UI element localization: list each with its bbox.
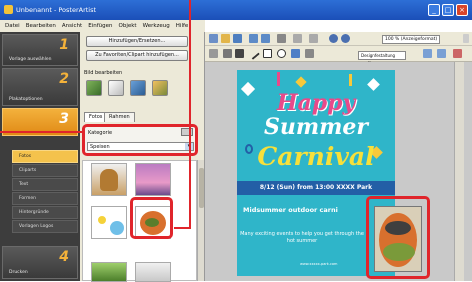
confetti-decoration bbox=[349, 74, 352, 86]
design-select[interactable]: Designfestaltung verfügen bbox=[358, 51, 406, 66]
window-titlebar: Unbenannt - PosterArtist _ □ × bbox=[0, 0, 472, 20]
poster-title-line3: Carnival bbox=[257, 142, 375, 171]
placed-image-highlight bbox=[366, 196, 430, 279]
add-replace-button[interactable]: Hinzufügen/Ersetzen... bbox=[86, 36, 188, 47]
ellipse-tool-icon[interactable] bbox=[277, 49, 286, 58]
step-label: Drucken bbox=[9, 270, 28, 275]
shape-tool-icon[interactable] bbox=[305, 49, 314, 58]
zoom-select[interactable]: 100 % (Anzeigeformat) bbox=[382, 35, 440, 44]
thumbnail[interactable] bbox=[91, 163, 127, 196]
subitem-cliparts[interactable]: Cliparts bbox=[12, 164, 78, 177]
lion-image bbox=[100, 169, 118, 191]
canvas-scrollbar[interactable] bbox=[454, 62, 464, 281]
app-icon bbox=[4, 5, 13, 14]
step-4[interactable]: 4 Drucken bbox=[2, 246, 78, 279]
thumbnail[interactable] bbox=[135, 262, 171, 282]
sky-image bbox=[110, 221, 124, 235]
drawing-toolbar bbox=[205, 46, 472, 62]
add-favorites-button[interactable]: Zu Favoriten/Clipart hinzufügen... bbox=[86, 50, 188, 61]
flower-image bbox=[95, 213, 109, 227]
subitem-photos[interactable]: Fotos bbox=[12, 150, 78, 163]
category-value: Speisen bbox=[90, 144, 110, 150]
thumbnail[interactable] bbox=[135, 163, 171, 196]
thumbnail[interactable] bbox=[91, 262, 127, 282]
line-tool-icon[interactable] bbox=[247, 47, 260, 60]
menu-insert[interactable]: Einfügen bbox=[85, 23, 115, 29]
category-group: Kategorie Speisen ▾ bbox=[82, 124, 198, 156]
grid-icon[interactable] bbox=[437, 49, 446, 58]
edit-image-label: Bild bearbeiten bbox=[84, 70, 123, 76]
maximize-button[interactable]: □ bbox=[442, 4, 454, 16]
poster-title-line1: Happy bbox=[276, 90, 356, 116]
category-settings-button[interactable] bbox=[181, 128, 193, 136]
zoom-out-icon[interactable] bbox=[341, 34, 350, 43]
zoom-in-icon[interactable] bbox=[329, 34, 338, 43]
text-tool-icon[interactable] bbox=[235, 49, 244, 58]
poster-title-line2: Summer bbox=[263, 114, 369, 140]
crop-icon[interactable] bbox=[86, 80, 102, 96]
step-number: 3 bbox=[59, 111, 69, 127]
step-number: 2 bbox=[59, 71, 69, 87]
subitem-shapes[interactable]: Formen bbox=[12, 192, 78, 205]
poster-date-ribbon: 8/12 (Sun) from 13:00 XXXX Park bbox=[237, 181, 395, 195]
step-number: 1 bbox=[59, 37, 69, 53]
rotate-icon[interactable] bbox=[223, 49, 232, 58]
step-number: 4 bbox=[59, 249, 69, 265]
window-title: Unbenannt - PosterArtist bbox=[16, 6, 97, 14]
selected-thumbnail-highlight bbox=[130, 197, 173, 239]
minimize-button[interactable]: _ bbox=[428, 4, 440, 16]
effects-icon[interactable] bbox=[152, 80, 168, 96]
close-button[interactable]: × bbox=[456, 4, 468, 16]
new-icon[interactable] bbox=[209, 34, 218, 43]
poster-url: www.xxxxx-park.com bbox=[300, 262, 338, 266]
step-label: Vorlage auswählen bbox=[9, 57, 52, 62]
star-decoration bbox=[295, 76, 307, 88]
pointer-icon[interactable] bbox=[209, 49, 218, 58]
steps-sidebar: 1 Vorlage auswählen 2 Plakatoptionen 3 F… bbox=[0, 32, 80, 281]
menubar: Datei Bearbeiten Ansicht Einfügen Objekt… bbox=[0, 20, 205, 32]
subitem-text[interactable]: Text bbox=[12, 178, 78, 191]
menu-view[interactable]: Ansicht bbox=[59, 23, 85, 29]
layout-icon[interactable] bbox=[423, 49, 432, 58]
menu-tools[interactable]: Werkzeug bbox=[140, 23, 173, 29]
menu-object[interactable]: Objekt bbox=[116, 23, 140, 29]
save-icon[interactable] bbox=[233, 34, 242, 43]
confetti-decoration bbox=[277, 72, 280, 86]
category-select[interactable]: Speisen ▾ bbox=[87, 142, 194, 151]
step-2[interactable]: 2 Plakatoptionen bbox=[2, 68, 78, 106]
step-label: Plakatoptionen bbox=[9, 97, 43, 102]
subitem-backgrounds[interactable]: Hintergründe bbox=[12, 206, 78, 219]
align-icon[interactable] bbox=[277, 34, 286, 43]
thumbnail[interactable] bbox=[91, 206, 127, 239]
image-tool-icon[interactable] bbox=[291, 49, 300, 58]
group-icon[interactable] bbox=[309, 34, 318, 43]
redo-icon[interactable] bbox=[261, 34, 270, 43]
step-1[interactable]: 1 Vorlage auswählen bbox=[2, 34, 78, 66]
callout-line bbox=[174, 227, 191, 229]
scrollbar-thumb[interactable] bbox=[199, 168, 204, 208]
trim-icon[interactable] bbox=[108, 80, 124, 96]
category-label: Kategorie bbox=[88, 130, 113, 136]
star-decoration bbox=[367, 78, 380, 91]
subitem-logos[interactable]: Vorlagen Logos bbox=[12, 220, 78, 233]
open-icon[interactable] bbox=[221, 34, 230, 43]
undo-icon[interactable] bbox=[249, 34, 258, 43]
callout-line bbox=[0, 131, 82, 133]
toolbar-more-icon[interactable] bbox=[463, 34, 469, 43]
help-icon[interactable] bbox=[453, 49, 462, 58]
thumbnail-scrollbar[interactable] bbox=[197, 160, 204, 281]
menu-file[interactable]: Datei bbox=[2, 23, 23, 29]
brightness-icon[interactable] bbox=[130, 80, 146, 96]
callout-line bbox=[189, 0, 191, 229]
poster-description: Many exciting events to help you get thr… bbox=[240, 231, 364, 244]
tab-frames[interactable]: Rahmen bbox=[104, 112, 135, 122]
arrange-icon[interactable] bbox=[293, 34, 302, 43]
rectangle-tool-icon[interactable] bbox=[263, 49, 272, 58]
menu-edit[interactable]: Bearbeiten bbox=[23, 23, 59, 29]
